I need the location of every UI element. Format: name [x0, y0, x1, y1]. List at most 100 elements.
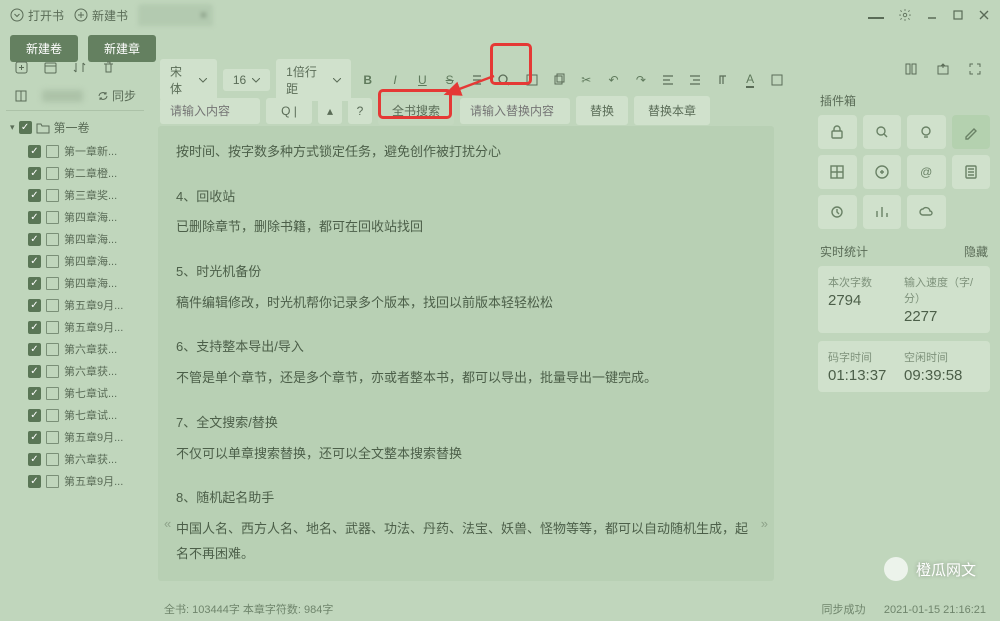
chapter-item[interactable]: ✓第四章海...	[6, 228, 144, 250]
indent-icon[interactable]	[685, 69, 706, 91]
image-icon[interactable]	[521, 69, 542, 91]
volume-item[interactable]: ▾ ✓ 第一卷	[6, 115, 144, 140]
checkbox-icon[interactable]: ✓	[28, 255, 41, 268]
font-color-icon[interactable]: A	[739, 69, 760, 91]
checkbox-icon[interactable]: ✓	[28, 409, 41, 422]
plugin-idea-icon[interactable]	[907, 115, 946, 149]
chapter-item[interactable]: ✓第五章9月...	[6, 316, 144, 338]
chapter-label: 第七章试...	[64, 385, 117, 401]
layout-icon[interactable]	[900, 58, 922, 80]
list-icon[interactable]	[466, 69, 487, 91]
checkbox-icon[interactable]: ✓	[28, 233, 41, 246]
checkbox-icon[interactable]: ✓	[28, 211, 41, 224]
plugin-calc-icon[interactable]	[952, 155, 991, 189]
time-stats-card: 码字时间 01:13:37 空闲时间 09:39:58	[818, 341, 990, 392]
book-icon[interactable]	[14, 89, 28, 103]
new-book-button[interactable]: 新建书	[74, 7, 128, 24]
plugin-edit-icon[interactable]	[952, 115, 991, 149]
close-tab-button[interactable]: ×	[200, 8, 207, 22]
copy-icon[interactable]	[548, 69, 569, 91]
maximize-button[interactable]	[952, 9, 964, 21]
chapter-item[interactable]: ✓第五章9月...	[6, 470, 144, 492]
help-button[interactable]: ?	[348, 98, 372, 124]
undo-icon[interactable]: ↶	[603, 69, 624, 91]
calendar-icon[interactable]	[43, 60, 58, 75]
checkbox-icon[interactable]: ✓	[28, 299, 41, 312]
doc-icon	[46, 255, 59, 268]
next-page-button[interactable]: »	[761, 512, 768, 537]
chapter-label: 第四章海...	[64, 275, 117, 291]
search-up-button[interactable]: ▴	[318, 98, 342, 124]
sort-icon[interactable]	[72, 60, 87, 75]
plugin-lock-icon[interactable]	[818, 115, 857, 149]
underline-icon[interactable]: U	[412, 69, 433, 91]
chapter-item[interactable]: ✓第六章获...	[6, 360, 144, 382]
checkbox-icon[interactable]: ✓	[19, 121, 32, 134]
typography-icon[interactable]	[712, 69, 733, 91]
fullscreen-icon[interactable]	[964, 58, 986, 80]
cut-icon[interactable]: ✂	[576, 69, 597, 91]
search-icon[interactable]	[494, 69, 515, 91]
plugin-stats-icon[interactable]	[863, 195, 902, 229]
replace-input[interactable]	[460, 98, 570, 124]
checkbox-icon[interactable]: ✓	[28, 475, 41, 488]
checkbox-icon[interactable]: ✓	[28, 453, 41, 466]
chapter-item[interactable]: ✓ 第七章试...	[6, 382, 144, 404]
chapter-item[interactable]: ✓ 第五章9月...	[6, 294, 144, 316]
trash-icon[interactable]	[101, 60, 116, 75]
search-mode-button[interactable]: Q |	[266, 98, 312, 124]
redo-icon[interactable]: ↷	[630, 69, 651, 91]
chapter-item[interactable]: ✓第五章9月...	[6, 426, 144, 448]
chapter-item[interactable]: ✓第七章试...	[6, 404, 144, 426]
plugin-random-icon[interactable]	[818, 195, 857, 229]
chapter-item[interactable]: ✓第六章获...	[6, 448, 144, 470]
checkbox-icon[interactable]: ✓	[28, 321, 41, 334]
new-book-label: 新建书	[92, 7, 128, 24]
export-icon[interactable]	[932, 58, 954, 80]
plugin-cloud-icon[interactable]	[907, 195, 946, 229]
chapter-item[interactable]: ✓第二章橙...	[6, 162, 144, 184]
checkbox-icon[interactable]: ✓	[28, 277, 41, 290]
replace-button[interactable]: 替换	[576, 96, 628, 125]
checkbox-icon[interactable]: ✓	[28, 365, 41, 378]
checkbox-icon[interactable]: ✓	[28, 189, 41, 202]
italic-icon[interactable]: I	[384, 69, 405, 91]
dash-icon[interactable]	[868, 17, 884, 19]
add-icon[interactable]	[14, 60, 29, 75]
bold-icon[interactable]: B	[357, 69, 378, 91]
editor-content[interactable]: 按时间、按字数多种方式锁定任务，避免创作被打扰分心4、回收站已删除章节，删除书籍…	[158, 126, 774, 581]
chapter-item[interactable]: ✓第四章海...	[6, 206, 144, 228]
search-input[interactable]	[160, 98, 260, 124]
chapter-item[interactable]: ✓ 第四章海...	[6, 272, 144, 294]
plugin-grid-icon[interactable]	[818, 155, 857, 189]
chapter-item[interactable]: ✓第一章新...	[6, 140, 144, 162]
checkbox-icon[interactable]: ✓	[28, 431, 41, 444]
minimize-button[interactable]	[926, 9, 938, 21]
full-search-button[interactable]: 全书搜索	[378, 96, 454, 125]
checkbox-icon[interactable]: ✓	[28, 145, 41, 158]
plugin-at-icon[interactable]: @	[907, 155, 946, 189]
checkbox-icon[interactable]: ✓	[28, 167, 41, 180]
settings-icon[interactable]	[898, 8, 912, 22]
chapter-item[interactable]: ✓第六章获...	[6, 338, 144, 360]
checkbox-icon[interactable]: ✓	[28, 343, 41, 356]
align-icon[interactable]	[658, 69, 679, 91]
prev-page-button[interactable]: «	[164, 512, 171, 537]
right-panel: 插件箱 @ 实时统计 隐藏 本次字数 2794 输入速度（字/分） 2277 码…	[818, 92, 990, 581]
checkbox-icon[interactable]: ✓	[28, 387, 41, 400]
doc-icon	[46, 211, 59, 224]
sync-button[interactable]: 同步	[97, 87, 136, 104]
replace-chapter-button[interactable]: 替换本章	[634, 96, 710, 125]
more-icon[interactable]	[767, 69, 788, 91]
chapter-item[interactable]: ✓第三章奖...	[6, 184, 144, 206]
close-window-button[interactable]	[978, 9, 990, 21]
plugin-search-icon[interactable]	[863, 115, 902, 149]
open-book-button[interactable]: 打开书	[10, 7, 64, 24]
chapter-item[interactable]: ✓第四章海...	[6, 250, 144, 272]
plugin-coin-icon[interactable]	[863, 155, 902, 189]
font-size-select[interactable]: 16	[223, 69, 270, 91]
chapter-label: 第五章9月...	[64, 297, 123, 313]
strike-icon[interactable]: S	[439, 69, 460, 91]
book-tab[interactable]: ×	[138, 4, 213, 26]
hide-stats-button[interactable]: 隐藏	[964, 243, 988, 260]
